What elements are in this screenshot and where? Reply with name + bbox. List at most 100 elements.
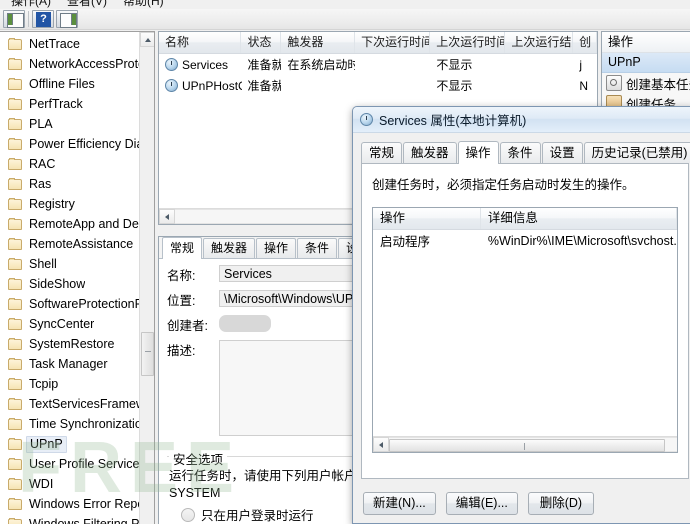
- tree-item[interactable]: TextServicesFramework: [0, 394, 140, 414]
- tree-item[interactable]: RAC: [0, 154, 140, 174]
- folder-icon: [8, 358, 23, 370]
- task-list-header: 名称状态触发器下次运行时间上次运行时间上次运行结果创: [159, 32, 597, 54]
- tree-item-label: Windows Filtering Platf: [29, 517, 140, 524]
- radio-icon[interactable]: [181, 507, 195, 522]
- folder-icon: [8, 498, 23, 510]
- dialog-actions-list-rows: 启动程序 %WinDir%\IME\Microsoft\svchost.exe: [373, 230, 677, 251]
- tree-item[interactable]: Ras: [0, 174, 140, 194]
- tree-item[interactable]: Power Efficiency Diagno: [0, 134, 140, 154]
- tree-scroll-thumb[interactable]: [141, 332, 154, 376]
- task-list-column-header[interactable]: 下次运行时间: [355, 32, 431, 53]
- new-button[interactable]: 新建(N)...: [363, 492, 436, 515]
- task-properties-dialog[interactable]: Services 属性(本地计算机) 常规 触发器 操作 条件 设置 历史记录(已禁用) …: [352, 106, 690, 524]
- tree-item[interactable]: Task Manager: [0, 354, 140, 374]
- tree-item[interactable]: SystemRestore: [0, 334, 140, 354]
- task-list-scroll-left-arrow[interactable]: [159, 209, 175, 224]
- detail-tab-操作[interactable]: 操作: [256, 238, 297, 258]
- tree-item[interactable]: RemoteApp and Deskt: [0, 214, 140, 234]
- tree-item-label: SyncCenter: [29, 317, 95, 331]
- tree-item[interactable]: SideShow: [0, 274, 140, 294]
- forward-button[interactable]: [56, 10, 78, 28]
- tree-item[interactable]: NetworkAccessProtecti: [0, 54, 140, 74]
- tree-item[interactable]: Tcpip: [0, 374, 140, 394]
- delete-button[interactable]: 删除(D): [527, 492, 594, 515]
- dialog-scroll-track[interactable]: [389, 437, 677, 452]
- task-list-column-header[interactable]: 状态: [241, 32, 282, 53]
- action-create-basic-task[interactable]: 创建基本任务...: [602, 73, 690, 93]
- actions-pane-title: 操作: [602, 32, 690, 53]
- dialog-tab-历史记录(已禁用)[interactable]: 历史记录(已禁用): [583, 142, 690, 163]
- tree-item[interactable]: UPnP: [0, 434, 140, 454]
- tree-item[interactable]: User Profile Service: [0, 454, 140, 474]
- dialog-tab-触发器[interactable]: 触发器: [403, 142, 457, 163]
- dialog-actions-list-header: 操作 详细信息: [373, 208, 677, 230]
- dialog-tab-常规[interactable]: 常规: [361, 142, 403, 163]
- tree-item[interactable]: Registry: [0, 194, 140, 214]
- tree-item[interactable]: Windows Filtering Platf: [0, 514, 140, 524]
- tree-item[interactable]: PLA: [0, 114, 140, 134]
- edit-button[interactable]: 编辑(E)...: [445, 492, 518, 515]
- table-cell: 准备就绪: [247, 58, 282, 72]
- tree-item[interactable]: RemoteAssistance: [0, 234, 140, 254]
- dialog-title-text: Services 属性(本地计算机): [379, 114, 527, 128]
- table-row[interactable]: Services 准备就绪在系统启动时 不显示 j: [159, 54, 597, 75]
- tree-item-label: NetTrace: [29, 37, 80, 51]
- dialog-tab-strip: 常规 触发器 操作 条件 设置 历史记录(已禁用): [353, 139, 690, 164]
- console-tree-pane[interactable]: NetTrace NetworkAccessProtecti Offline Fil…: [0, 31, 155, 524]
- scroll-grip-icon: [524, 443, 531, 450]
- tree-item-label: Windows Error Reporti: [29, 497, 140, 511]
- dialog-actions-list[interactable]: 操作 详细信息 启动程序 %WinDir%\IME\Microsoft\svchos…: [372, 207, 678, 453]
- dialog-tab-设置[interactable]: 设置: [541, 142, 583, 163]
- tree-item[interactable]: SyncCenter: [0, 314, 140, 334]
- clock-icon: [165, 79, 178, 92]
- task-list-column-header[interactable]: 触发器: [281, 32, 356, 53]
- folder-icon: [8, 78, 23, 90]
- tree-item[interactable]: SoftwareProtectionPlatf: [0, 294, 140, 314]
- tree-item-label: Time Synchronization: [29, 417, 140, 431]
- security-options-legend: 安全选项: [169, 449, 228, 468]
- dialog-scroll-left-arrow[interactable]: [373, 437, 389, 452]
- create-basic-task-icon: [606, 75, 622, 91]
- folder-icon: [8, 58, 23, 70]
- dialog-column-header[interactable]: 操作: [373, 208, 481, 229]
- detail-tab-触发器[interactable]: 触发器: [203, 238, 256, 258]
- dialog-actions-horizontal-scrollbar[interactable]: [373, 436, 677, 452]
- table-cell: 在系统启动时: [287, 58, 356, 72]
- folder-icon: [8, 318, 23, 330]
- tree-item-label: User Profile Service: [29, 457, 140, 471]
- dialog-column-header[interactable]: 详细信息: [481, 208, 677, 229]
- back-button[interactable]: [3, 10, 25, 28]
- tree-item[interactable]: Windows Error Reporti: [0, 494, 140, 514]
- tree-vertical-scrollbar[interactable]: [139, 32, 154, 524]
- tree-item[interactable]: Offline Files: [0, 74, 140, 94]
- tree-item[interactable]: WDI: [0, 474, 140, 494]
- help-button[interactable]: ?: [32, 10, 54, 28]
- dialog-actions-tab-page: 创建任务时，必须指定任务启动时发生的操作。 操作 详细信息 启动程序 %WinDir…: [361, 163, 689, 479]
- clock-icon: [360, 113, 373, 126]
- dialog-tab-操作[interactable]: 操作: [457, 141, 499, 164]
- tree-item[interactable]: Shell: [0, 254, 140, 274]
- task-list-column-header[interactable]: 名称: [159, 32, 242, 53]
- detail-tab-常规[interactable]: 常规: [162, 237, 203, 259]
- dialog-tab-条件[interactable]: 条件: [499, 142, 541, 163]
- tree-item[interactable]: NetTrace: [0, 34, 140, 54]
- task-list-column-header[interactable]: 上次运行时间: [430, 32, 506, 53]
- tree-scroll-up-arrow[interactable]: [140, 32, 154, 47]
- tree-item-label: SystemRestore: [29, 337, 115, 351]
- tree-item[interactable]: PerfTrack: [0, 94, 140, 114]
- folder-icon: [8, 118, 23, 130]
- scroll-grip-icon: [145, 351, 151, 357]
- folder-icon: [8, 478, 23, 490]
- table-row[interactable]: 启动程序 %WinDir%\IME\Microsoft\svchost.exe: [373, 230, 677, 251]
- task-list-column-header[interactable]: 创: [573, 32, 597, 53]
- table-row[interactable]: UPnPHostC... 准备就绪 不显示 N: [159, 75, 597, 96]
- detail-tab-条件[interactable]: 条件: [297, 238, 338, 258]
- detail-name-label: 名称:: [167, 269, 196, 283]
- tree-item-label: RemoteApp and Deskt: [29, 217, 140, 231]
- dialog-scroll-thumb[interactable]: [389, 439, 665, 452]
- dialog-title-bar[interactable]: Services 属性(本地计算机): [353, 107, 690, 133]
- folder-icon: [8, 198, 23, 210]
- tree-item[interactable]: Time Synchronization: [0, 414, 140, 434]
- console-tree: NetTrace NetworkAccessProtecti Offline Fil…: [0, 32, 140, 524]
- task-list-column-header[interactable]: 上次运行结果: [505, 32, 574, 53]
